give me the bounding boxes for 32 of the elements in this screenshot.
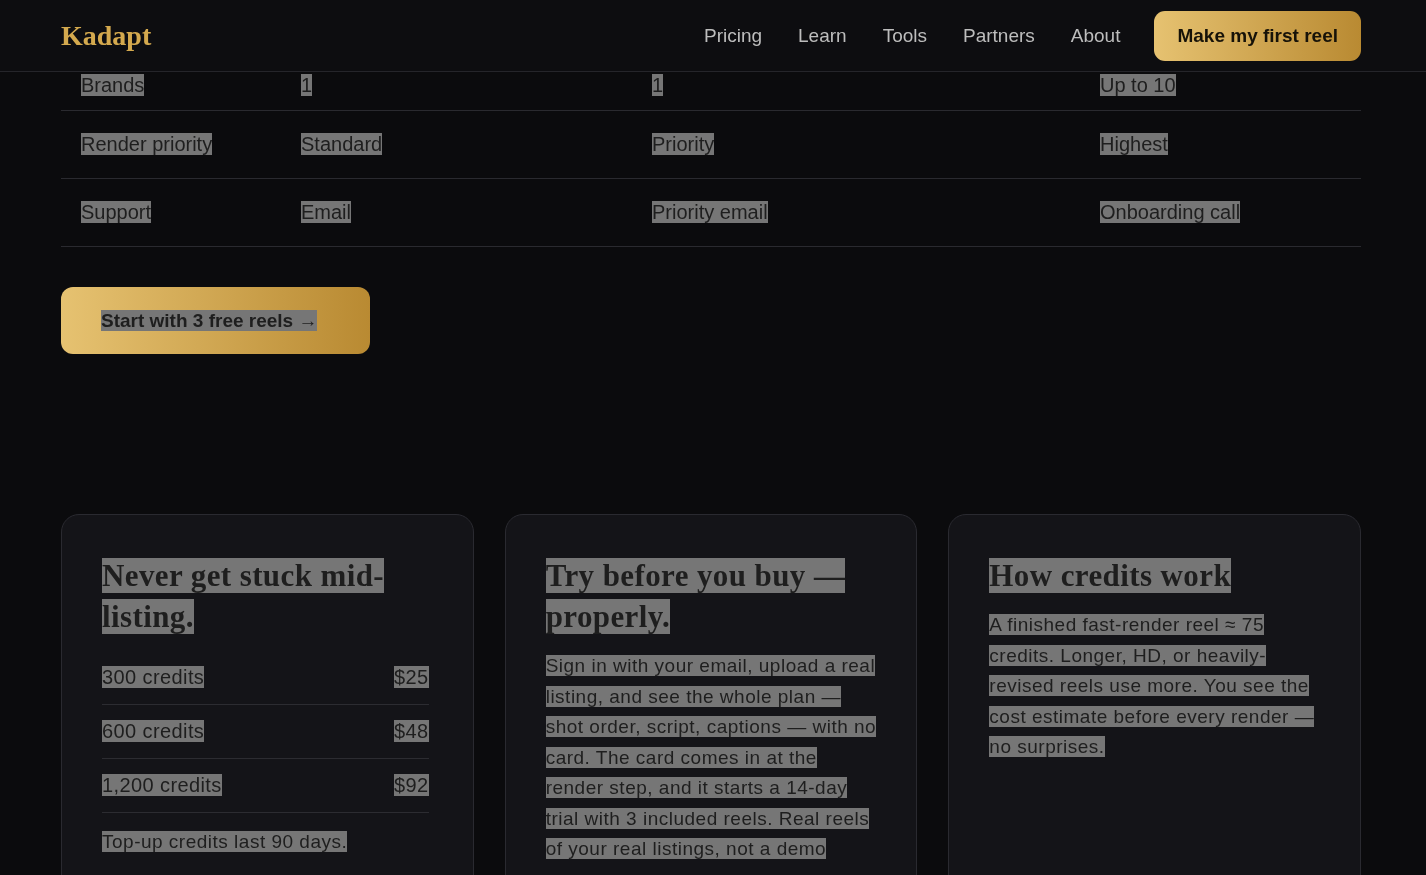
price: $92 [394,774,429,797]
cta-button[interactable]: Make my first reel [1154,10,1361,61]
credit-amount: 1,200 credits [102,774,222,797]
credit-amount: 600 credits [102,720,205,743]
table-cell-text: Render priority [81,133,214,156]
nav-link[interactable]: Learn [798,24,847,47]
table-cell-text: Standard [301,133,384,156]
table-cell-text: Priority [652,133,716,156]
credit-amount: 300 credits [102,666,205,689]
table-cell-text: Support [81,201,153,224]
table-cell-text: Brands [81,73,146,97]
table-cell-text: Priority email [652,201,769,224]
nav-link[interactable]: Pricing [703,24,763,47]
card-title: Try before you buy — properly. [545,557,847,636]
nav-link[interactable]: Tools [882,24,927,47]
note-text: Top-up credits last 90 days. [102,831,349,853]
card-text: A finished fast-render reel ≈ 75 credits. Longer, HD, or heavily-revised reels use more. You see the cost estimate before every render — no surprises. [989,613,1316,759]
table-cell-text: 1 [652,73,665,97]
nav-link[interactable]: About [1070,24,1121,47]
price: $25 [394,666,429,689]
card-title: How credits work [989,557,1233,595]
logo[interactable]: Kadapt [61,19,152,52]
nav-link[interactable]: Partners [963,24,1035,47]
table-cell-text: Highest [1100,133,1169,156]
card-text: Sign in with your email, upload a real listing, and see the whole plan — shot order, script, captions — with no card. The card comes in at the render step, and it starts a 14-day trial with 3 included reels. Real reels of your real listings, not a demo [545,654,877,861]
price: $48 [394,720,429,743]
table-cell-text: Email [301,201,353,224]
table-cell-text: Up to 10 [1100,73,1177,97]
card-title: Never get stuck mid-listing. [102,557,386,636]
table-cell-text: Onboarding call [1100,201,1242,224]
table-cell-text: 1 [301,73,314,97]
start-button[interactable]: Start with 3 free reels → [61,287,370,354]
